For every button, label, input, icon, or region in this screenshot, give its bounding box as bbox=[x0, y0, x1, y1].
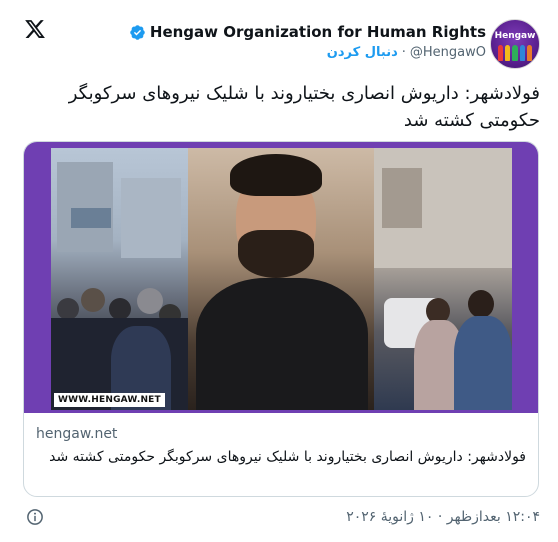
info-icon[interactable] bbox=[26, 508, 44, 526]
card-image-watermark: WWW.HENGAW.NET bbox=[54, 393, 165, 407]
avatar-logo-text: Hengaw bbox=[494, 31, 536, 41]
tweet-text: فولادشهر: داریوش انصاری بختیاروند با شلی… bbox=[68, 83, 540, 131]
avatar-hands-graphic bbox=[498, 45, 533, 63]
link-card[interactable]: WWW.HENGAW.NET hengaw.net فولادشهر: داری… bbox=[23, 141, 539, 497]
follow-button[interactable]: دنبال کردن bbox=[327, 45, 398, 60]
verified-badge-icon bbox=[129, 24, 146, 41]
card-image-street-people bbox=[374, 148, 512, 410]
x-logo-icon[interactable] bbox=[24, 18, 46, 40]
author-handle[interactable]: @HengawO bbox=[410, 45, 486, 60]
card-image-portrait bbox=[188, 148, 374, 410]
author-name[interactable]: Hengaw Organization for Human Rights bbox=[150, 23, 486, 41]
avatar[interactable]: Hengaw bbox=[490, 19, 540, 69]
card-image[interactable]: WWW.HENGAW.NET bbox=[24, 142, 538, 413]
separator-dot: · bbox=[401, 45, 406, 60]
author-name-row[interactable]: Hengaw Organization for Human Rights bbox=[129, 23, 486, 41]
card-title[interactable]: فولادشهر: داریوش انصاری بختیاروند با شلی… bbox=[36, 447, 526, 467]
tweet-timestamp[interactable]: ۱۲:۰۴ بعدازظهر · ۱۰ ژانویهٔ ۲۰۲۶ bbox=[346, 509, 540, 525]
card-image-street-crowd bbox=[51, 148, 188, 410]
handle-row: دنبال کردن · @HengawO bbox=[327, 45, 486, 60]
card-domain[interactable]: hengaw.net bbox=[36, 426, 117, 442]
